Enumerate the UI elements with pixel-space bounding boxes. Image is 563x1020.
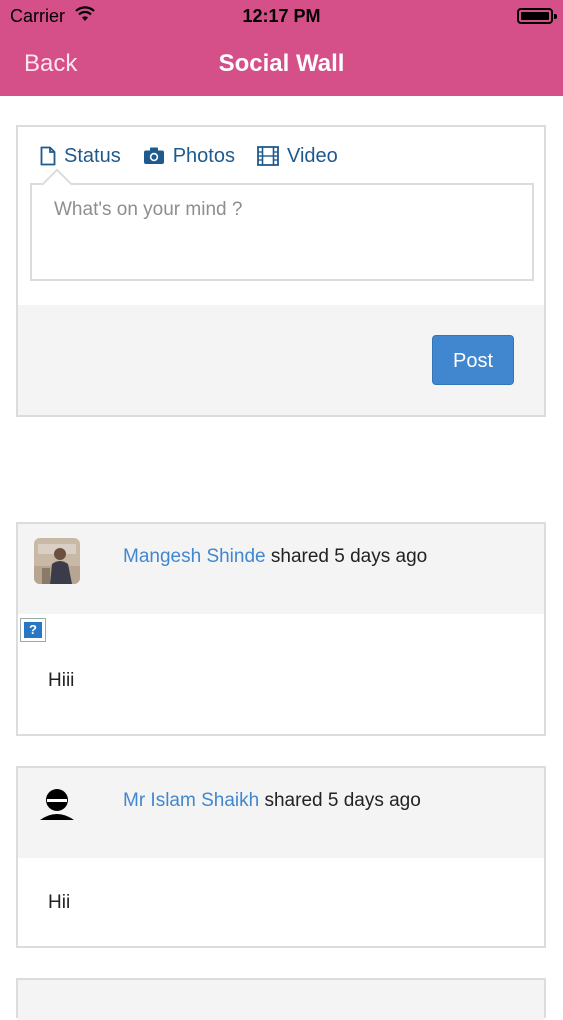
clock: 12:17 PM (242, 6, 321, 26)
feed-card-header (18, 980, 544, 1020)
feed-card: Mr Islam Shaikh shared 5 days ago Hii (16, 766, 546, 948)
input-pointer (41, 168, 73, 200)
post-text: Hiii (48, 670, 75, 691)
feed-card-body: Hii (18, 858, 544, 946)
film-icon (257, 146, 279, 166)
broken-image-icon: ? (20, 618, 46, 642)
battery-icon (517, 8, 557, 24)
author-link[interactable]: Mr Islam Shaikh (123, 790, 259, 811)
post-meta: Mr Islam Shaikh shared 5 days ago (123, 786, 453, 816)
status-input[interactable]: What's on your mind ? (30, 168, 534, 281)
post-composer: Status Photos Video What's on your mind … (16, 125, 546, 417)
feed-card-header: Mr Islam Shaikh shared 5 days ago (18, 768, 544, 858)
nav-bar: Back Social Wall (0, 32, 563, 96)
post-text: Hii (48, 892, 71, 913)
post-meta: Mangesh Shinde shared 5 days ago (123, 542, 453, 572)
tab-video[interactable]: Video (257, 141, 338, 171)
feed-card: Mangesh Shinde shared 5 days ago ? Hiii (16, 522, 546, 736)
camera-icon (143, 147, 164, 164)
feed-card (16, 978, 546, 1020)
author-link[interactable]: Mangesh Shinde (123, 546, 266, 567)
tab-status[interactable]: Status (40, 141, 121, 171)
status-input-placeholder: What's on your mind ? (54, 199, 243, 220)
tab-photos[interactable]: Photos (143, 141, 235, 171)
feed-card-header: Mangesh Shinde shared 5 days ago (18, 524, 544, 614)
document-icon (40, 146, 56, 166)
feed-card-body: ? Hiii (18, 614, 544, 734)
status-bar: Carrier 12:17 PM (0, 0, 563, 32)
tab-video-label: Video (286, 144, 338, 167)
post-timestamp: shared 5 days ago (265, 546, 428, 567)
tab-status-label: Status (64, 144, 121, 167)
composer-tabs: Status Photos Video (40, 141, 338, 171)
tab-photos-label: Photos (172, 144, 235, 167)
avatar[interactable] (34, 538, 80, 584)
post-timestamp: shared 5 days ago (259, 790, 421, 811)
composer-footer: Post (18, 305, 544, 415)
page-title: Social Wall (218, 50, 345, 77)
post-button[interactable]: Post (432, 335, 514, 385)
avatar[interactable] (34, 782, 80, 828)
